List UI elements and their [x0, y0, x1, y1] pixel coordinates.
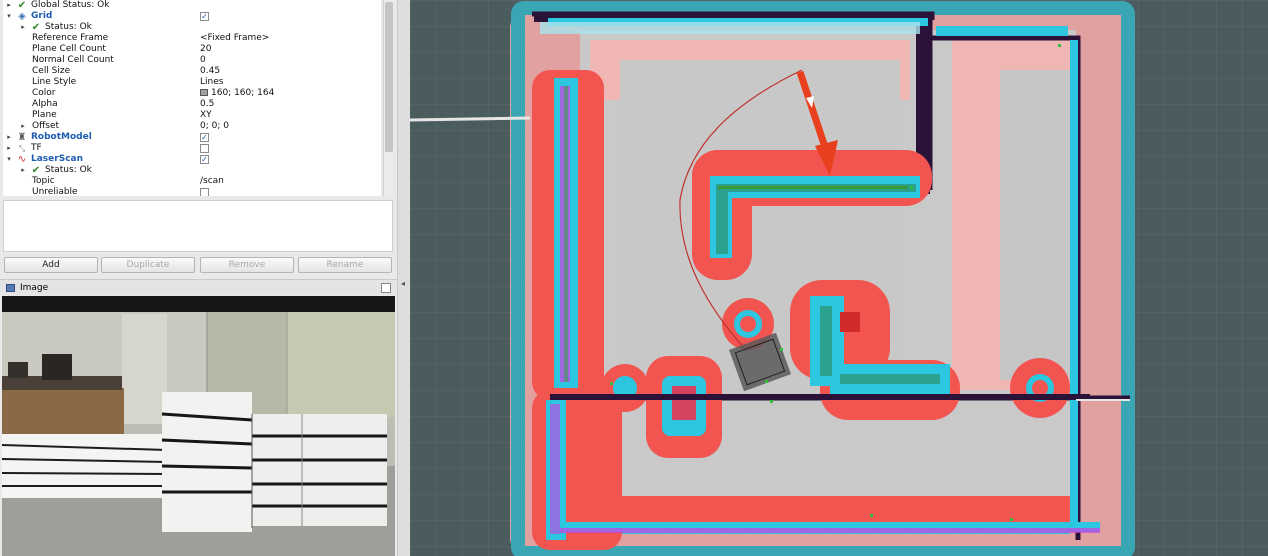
property-description-box: [3, 200, 393, 252]
image-icon: [6, 284, 15, 292]
tree-row-global-status[interactable]: ▸ ✔ Global Status: Ok: [3, 0, 381, 11]
rename-button[interactable]: Rename: [298, 257, 392, 273]
check-icon: ✔: [31, 22, 41, 33]
prop-topic[interactable]: Topic /scan: [3, 176, 381, 187]
prop-label: Unreliable: [32, 187, 78, 196]
scrollbar-thumb[interactable]: [385, 2, 393, 152]
prop-label: Normal Cell Count: [32, 55, 114, 65]
image-panel-header: Image: [0, 279, 397, 295]
laserscan-enabled-checkbox[interactable]: ✓: [200, 155, 209, 164]
expand-arrow-icon[interactable]: ▸: [19, 121, 27, 132]
expand-arrow-icon[interactable]: ▸: [5, 132, 13, 143]
tree-label: RobotModel: [31, 132, 92, 142]
prop-value[interactable]: 0; 0; 0: [200, 121, 229, 132]
expand-arrow-icon[interactable]: ▸: [19, 165, 27, 176]
color-swatch: [200, 89, 208, 96]
prop-value[interactable]: /scan: [200, 176, 224, 187]
prop-label: Topic: [32, 176, 55, 186]
grid-icon: ◈: [18, 11, 26, 22]
prop-value[interactable]: 0.45: [200, 66, 220, 77]
prop-value[interactable]: 160; 160; 164: [200, 88, 274, 99]
panel-splitter[interactable]: ◂: [397, 0, 410, 556]
prop-offset[interactable]: ▸ Offset 0; 0; 0: [3, 121, 381, 132]
map-viewport-3d[interactable]: [410, 0, 1268, 556]
prop-plane[interactable]: Plane XY: [3, 110, 381, 121]
tree-row-robotmodel[interactable]: ▸ ♜ RobotModel ✓: [3, 132, 381, 143]
tree-label: TF: [31, 143, 42, 153]
tree-row-grid[interactable]: ▾ ◈ Grid ✓: [3, 11, 381, 22]
expand-arrow-icon[interactable]: ▸: [5, 0, 13, 11]
prop-reference-frame[interactable]: Reference Frame <Fixed Frame>: [3, 33, 381, 44]
prop-color[interactable]: Color 160; 160; 164: [3, 88, 381, 99]
prop-value[interactable]: 20: [200, 44, 211, 55]
camera-image: [2, 296, 395, 556]
prop-label: Alpha: [32, 99, 58, 109]
tree-row-tf[interactable]: ▸ ⤡ TF: [3, 143, 381, 154]
prop-label: Cell Size: [32, 66, 71, 76]
expand-arrow-icon[interactable]: ▸: [5, 143, 13, 154]
prop-label: Offset: [32, 121, 60, 131]
prop-unreliable[interactable]: Unreliable: [3, 187, 381, 196]
prop-cell-size[interactable]: Cell Size 0.45: [3, 66, 381, 77]
laserscan-icon: ∿: [17, 154, 27, 165]
robotmodel-enabled-checkbox[interactable]: ✓: [200, 133, 209, 142]
expand-arrow-icon[interactable]: ▸: [19, 22, 27, 33]
camera-frame: [2, 296, 395, 556]
prop-label: Color: [32, 88, 56, 98]
prop-label: Reference Frame: [32, 33, 109, 43]
grid-enabled-checkbox[interactable]: ✓: [200, 12, 209, 21]
prop-value[interactable]: XY: [200, 110, 212, 121]
tree-label: Global Status: Ok: [31, 0, 110, 10]
unreliable-checkbox[interactable]: [200, 188, 209, 196]
remove-button[interactable]: Remove: [200, 257, 294, 273]
tree-label: Status: Ok: [45, 165, 92, 175]
prop-label: Line Style: [32, 77, 77, 87]
prop-value[interactable]: Lines: [200, 77, 223, 88]
left-dock: ▸ ✔ Global Status: Ok ▾ ◈ Grid ✓ ▸ ✔ Sta…: [0, 0, 397, 556]
collapse-arrow-icon[interactable]: ▾: [5, 11, 13, 22]
image-panel-float-button[interactable]: [381, 283, 391, 293]
tree-row-grid-status[interactable]: ▸ ✔ Status: Ok: [3, 22, 381, 33]
prop-label: Plane: [32, 110, 57, 120]
tree-label: LaserScan: [31, 154, 84, 164]
tf-enabled-checkbox[interactable]: [200, 144, 209, 153]
color-value: 160; 160; 164: [211, 88, 275, 98]
display-buttons: Add Duplicate Remove Rename: [0, 256, 397, 276]
prop-value[interactable]: <Fixed Frame>: [200, 33, 269, 44]
tree-scrollbar[interactable]: [383, 0, 393, 196]
costmap-render: [410, 0, 1268, 556]
prop-alpha[interactable]: Alpha 0.5: [3, 99, 381, 110]
displays-tree[interactable]: ▸ ✔ Global Status: Ok ▾ ◈ Grid ✓ ▸ ✔ Sta…: [3, 0, 381, 196]
duplicate-button[interactable]: Duplicate: [101, 257, 195, 273]
prop-normal-cell-count[interactable]: Normal Cell Count 0: [3, 55, 381, 66]
prop-plane-cell-count[interactable]: Plane Cell Count 20: [3, 44, 381, 55]
add-button[interactable]: Add: [4, 257, 98, 273]
prop-line-style[interactable]: Line Style Lines: [3, 77, 381, 88]
image-panel-title: Image: [20, 283, 49, 293]
check-icon: ✔: [31, 165, 41, 176]
collapse-arrow-icon[interactable]: ◂: [401, 279, 405, 288]
tree-row-laserscan[interactable]: ▾ ∿ LaserScan ✓: [3, 154, 381, 165]
check-icon: ✔: [17, 0, 27, 11]
prop-value[interactable]: 0.5: [200, 99, 214, 110]
robot-icon: ♜: [17, 132, 27, 143]
tree-label: Status: Ok: [45, 22, 92, 32]
tree-row-laserscan-status[interactable]: ▸ ✔ Status: Ok: [3, 165, 381, 176]
tree-label: Grid: [31, 11, 53, 21]
prop-label: Plane Cell Count: [32, 44, 106, 54]
tf-icon: ⤡: [18, 144, 26, 153]
collapse-arrow-icon[interactable]: ▾: [5, 154, 13, 165]
prop-value[interactable]: 0: [200, 55, 206, 66]
rviz-window: ▸ ✔ Global Status: Ok ▾ ◈ Grid ✓ ▸ ✔ Sta…: [0, 0, 1268, 556]
